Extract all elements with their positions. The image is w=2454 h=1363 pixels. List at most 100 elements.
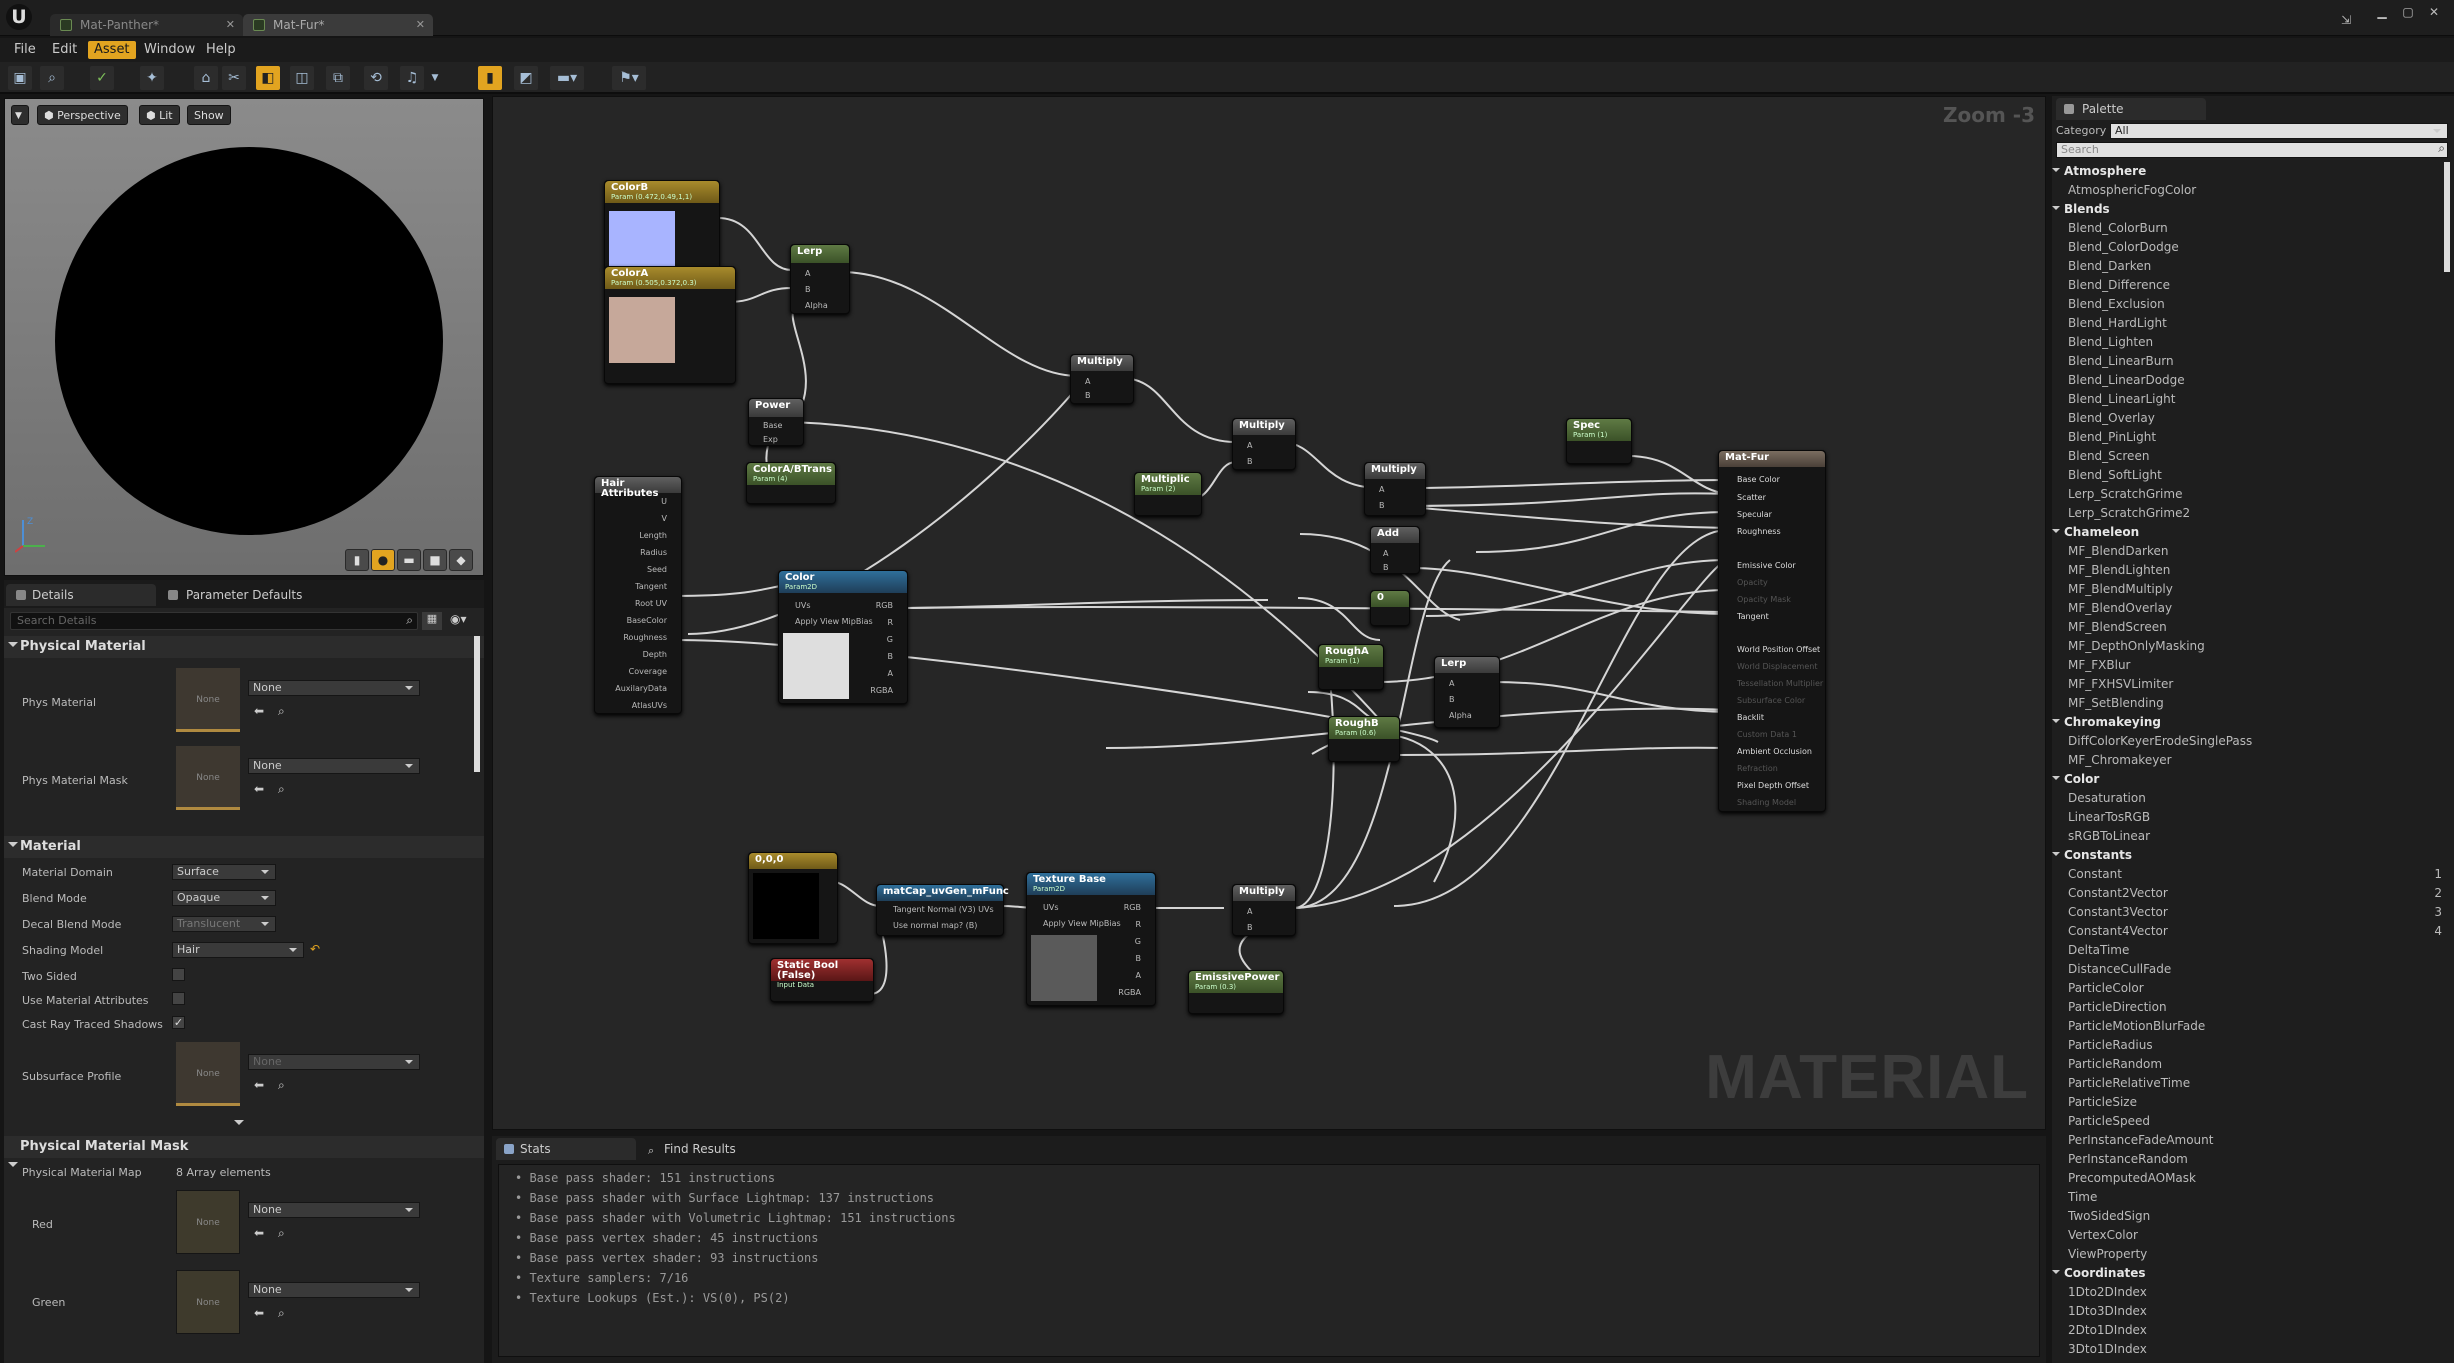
live-nodes-icon[interactable]: ⧉ [326, 66, 350, 90]
menu-file[interactable]: File [8, 41, 42, 59]
palette-item[interactable]: ViewProperty [2068, 1245, 2434, 1264]
node-add[interactable]: Add A B [1370, 526, 1420, 574]
shading-model-dropdown[interactable]: Hair [172, 942, 304, 958]
clean-up-icon[interactable]: ✂ [222, 66, 246, 90]
palette-item[interactable]: MF_BlendOverlay [2068, 599, 2434, 618]
use-selected-arrow-icon[interactable]: ⬅ [254, 1226, 264, 1240]
palette-item[interactable]: MF_BlendDarken [2068, 542, 2434, 561]
pin-refraction[interactable]: Refraction [1737, 764, 1778, 774]
hide-unrelated-icon[interactable]: ♫ [400, 66, 424, 90]
pin-depth[interactable]: Depth [643, 650, 667, 660]
node-rougha[interactable]: RoughA Param (1) [1318, 644, 1384, 690]
palette-item[interactable]: MF_DepthOnlyMasking [2068, 637, 2434, 656]
palette-item[interactable]: Blend_Darken [2068, 257, 2434, 276]
maximize-button[interactable]: ▢ [2396, 4, 2420, 20]
browse-search-icon[interactable]: ⌕ [278, 704, 285, 719]
pin-ambient-occlusion[interactable]: Ambient Occlusion [1737, 747, 1812, 757]
platform-stats-icon[interactable]: ▬▾ [550, 66, 584, 90]
pin-uvs[interactable]: UVs [1043, 903, 1059, 913]
pin-u[interactable]: U [661, 497, 667, 507]
phys-material-thumbnail[interactable]: None [176, 668, 240, 732]
palette-item[interactable]: Blend_Overlay [2068, 409, 2434, 428]
minimize-button[interactable]: ▁ [2370, 4, 2394, 20]
pin-rgb[interactable]: RGB [1124, 903, 1141, 913]
pin-b[interactable]: B [805, 285, 811, 295]
node-multiplic-param[interactable]: Multiplic Param (2) [1134, 472, 1202, 516]
teapot-preview-icon[interactable]: ◆ [449, 549, 473, 571]
palette-item[interactable]: ParticleColor [2068, 979, 2434, 998]
pin-base[interactable]: Base [763, 421, 782, 431]
node-multiply-1[interactable]: Multiply A B [1070, 354, 1134, 404]
tab-mat-fur[interactable]: Mat-Fur* ✕ [243, 14, 433, 36]
plane-preview-icon[interactable]: ▬ [397, 549, 421, 571]
palette-category[interactable]: Chromakeying [2064, 713, 2161, 732]
pin-exp[interactable]: Exp [763, 435, 778, 445]
pin-a[interactable]: A [1449, 679, 1454, 689]
grid-view-icon[interactable]: ▦ [422, 612, 442, 630]
pin-tangent[interactable]: Tangent [635, 582, 667, 592]
node-lerp[interactable]: Lerp A B Alpha [790, 244, 850, 314]
browse-icon[interactable]: ⌕ [40, 66, 64, 90]
stats-icon[interactable]: ▮ [478, 66, 502, 90]
pin-b[interactable]: B [1247, 923, 1253, 933]
pin-tessellation-multiplier[interactable]: Tessellation Multiplier [1737, 679, 1823, 689]
material-domain-dropdown[interactable]: Surface [172, 864, 276, 880]
menu-edit[interactable]: Edit [46, 41, 83, 59]
node-colora[interactable]: ColorA Param (0.505,0.372,0.3) [604, 266, 736, 384]
pin-b[interactable]: B [1383, 563, 1389, 573]
phys-material-dropdown[interactable]: None [248, 680, 420, 696]
pin-v[interactable]: V [662, 514, 667, 524]
menu-help[interactable]: Help [200, 41, 242, 59]
pin-a[interactable]: A [1247, 441, 1252, 451]
pin-use-normal-map[interactable]: Use normal map? (B) [893, 921, 977, 931]
palette-item[interactable]: Blend_HardLight [2068, 314, 2434, 333]
pin-rgba[interactable]: RGBA [870, 686, 893, 696]
pin-rgb[interactable]: RGB [876, 601, 893, 611]
palette-item[interactable]: Blend_LinearDodge [2068, 371, 2434, 390]
close-icon[interactable]: ✕ [416, 14, 425, 36]
live-preview-icon[interactable]: ◫ [290, 66, 314, 90]
node-texture-base[interactable]: Texture Base Param2D UVs Apply View MipBi… [1026, 872, 1156, 1006]
palette-item[interactable]: ParticleSpeed [2068, 1112, 2434, 1131]
cast-ray-traced-shadows-checkbox[interactable]: ✓ [172, 1016, 185, 1029]
tab-details[interactable]: Details [6, 584, 156, 606]
node-spec[interactable]: Spec Param (1) [1566, 418, 1632, 464]
menu-asset[interactable]: Asset [88, 41, 136, 59]
lit-button[interactable]: ⬢ Lit [139, 105, 180, 125]
pin-uvs[interactable]: UVs [795, 601, 811, 611]
phys-material-mask-thumbnail[interactable]: None [176, 746, 240, 810]
cube-preview-icon[interactable]: ■ [423, 549, 447, 571]
palette-item[interactable]: ParticleMotionBlurFade [2068, 1017, 2434, 1036]
palette-item[interactable]: Lerp_ScratchGrime [2068, 485, 2434, 504]
pin-alpha[interactable]: Alpha [805, 301, 828, 311]
pin-a[interactable]: A [888, 669, 893, 679]
node-multiply-4[interactable]: Multiply A B [1232, 884, 1296, 936]
palette-item[interactable]: 1Dto3DIndex [2068, 1302, 2434, 1321]
pin-a[interactable]: A [1136, 971, 1141, 981]
pin-roughness[interactable]: Roughness [1737, 527, 1781, 537]
node-color-texture[interactable]: Color Param2D UVs Apply View MipBias RGB … [778, 570, 908, 704]
palette-category[interactable]: Blends [2064, 200, 2110, 219]
pin-apply-view-mipbias[interactable]: Apply View MipBias [795, 617, 873, 627]
chevron-down-icon[interactable]: ▼ [428, 66, 442, 90]
pin-a[interactable]: A [1085, 377, 1090, 387]
palette-category[interactable]: Chameleon [2064, 523, 2139, 542]
pin-r[interactable]: R [1135, 920, 1141, 930]
pin-world-position-offset[interactable]: World Position Offset [1737, 645, 1820, 655]
palette-item[interactable]: VertexColor [2068, 1226, 2434, 1245]
palette-item[interactable]: 2Dto1DIndex [2068, 1321, 2434, 1340]
home-icon[interactable]: ⌂ [194, 66, 218, 90]
pin-a[interactable]: A [805, 269, 810, 279]
palette-category[interactable]: Atmosphere [2064, 162, 2146, 181]
browse-search-icon[interactable]: ⌕ [278, 1306, 285, 1321]
pin-a[interactable]: A [1379, 485, 1384, 495]
close-icon[interactable]: ✕ [226, 14, 235, 36]
palette-item[interactable]: Blend_Difference [2068, 276, 2434, 295]
palette-item[interactable]: MF_BlendScreen [2068, 618, 2434, 637]
green-dropdown[interactable]: None [248, 1282, 420, 1298]
palette-item[interactable]: Blend_PinLight [2068, 428, 2434, 447]
advanced-expand-icon[interactable] [234, 1120, 244, 1130]
palette-item[interactable]: Blend_Exclusion [2068, 295, 2434, 314]
subsurface-profile-dropdown[interactable]: None [248, 1054, 420, 1070]
use-selected-arrow-icon[interactable]: ⬅ [254, 782, 264, 796]
